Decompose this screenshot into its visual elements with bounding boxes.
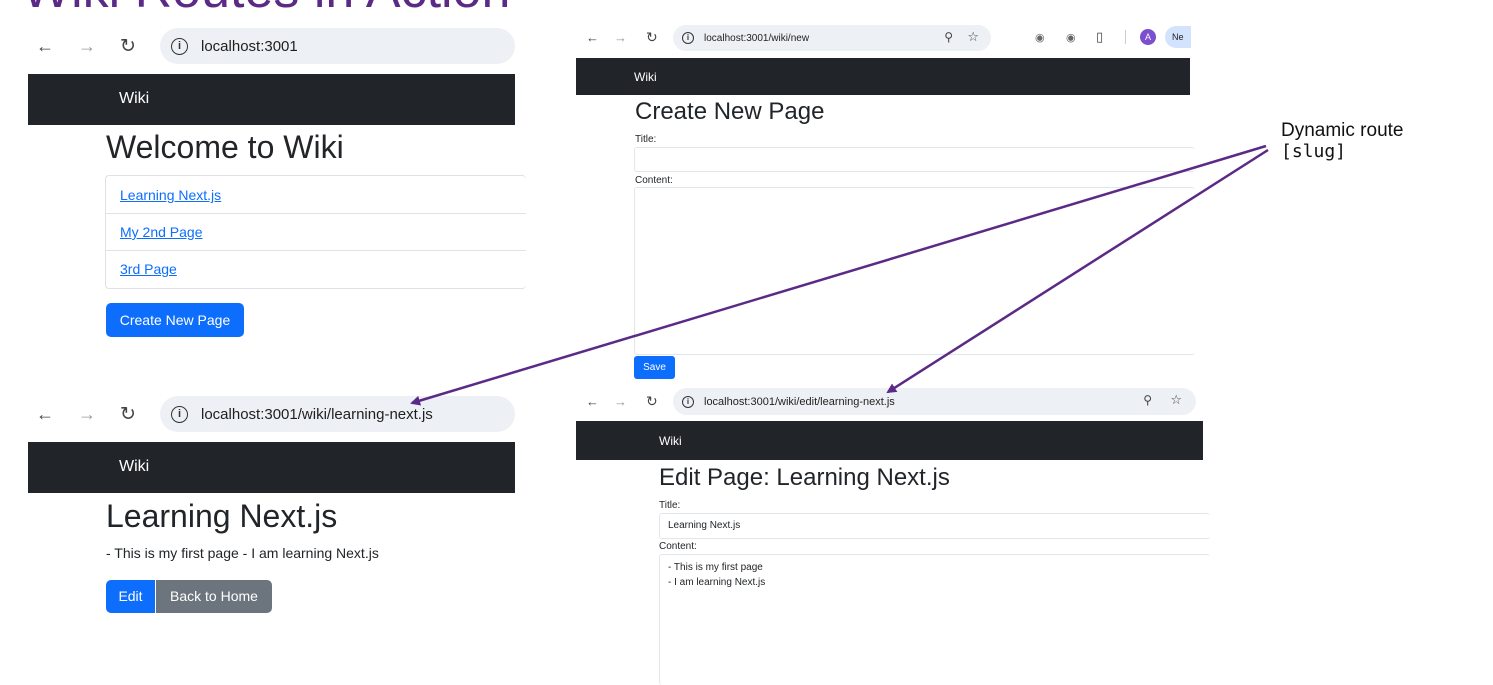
annotation-arrows — [410, 144, 1269, 406]
arrow-to-edit-url — [886, 148, 1269, 394]
arrow-to-view-url — [410, 144, 1267, 406]
